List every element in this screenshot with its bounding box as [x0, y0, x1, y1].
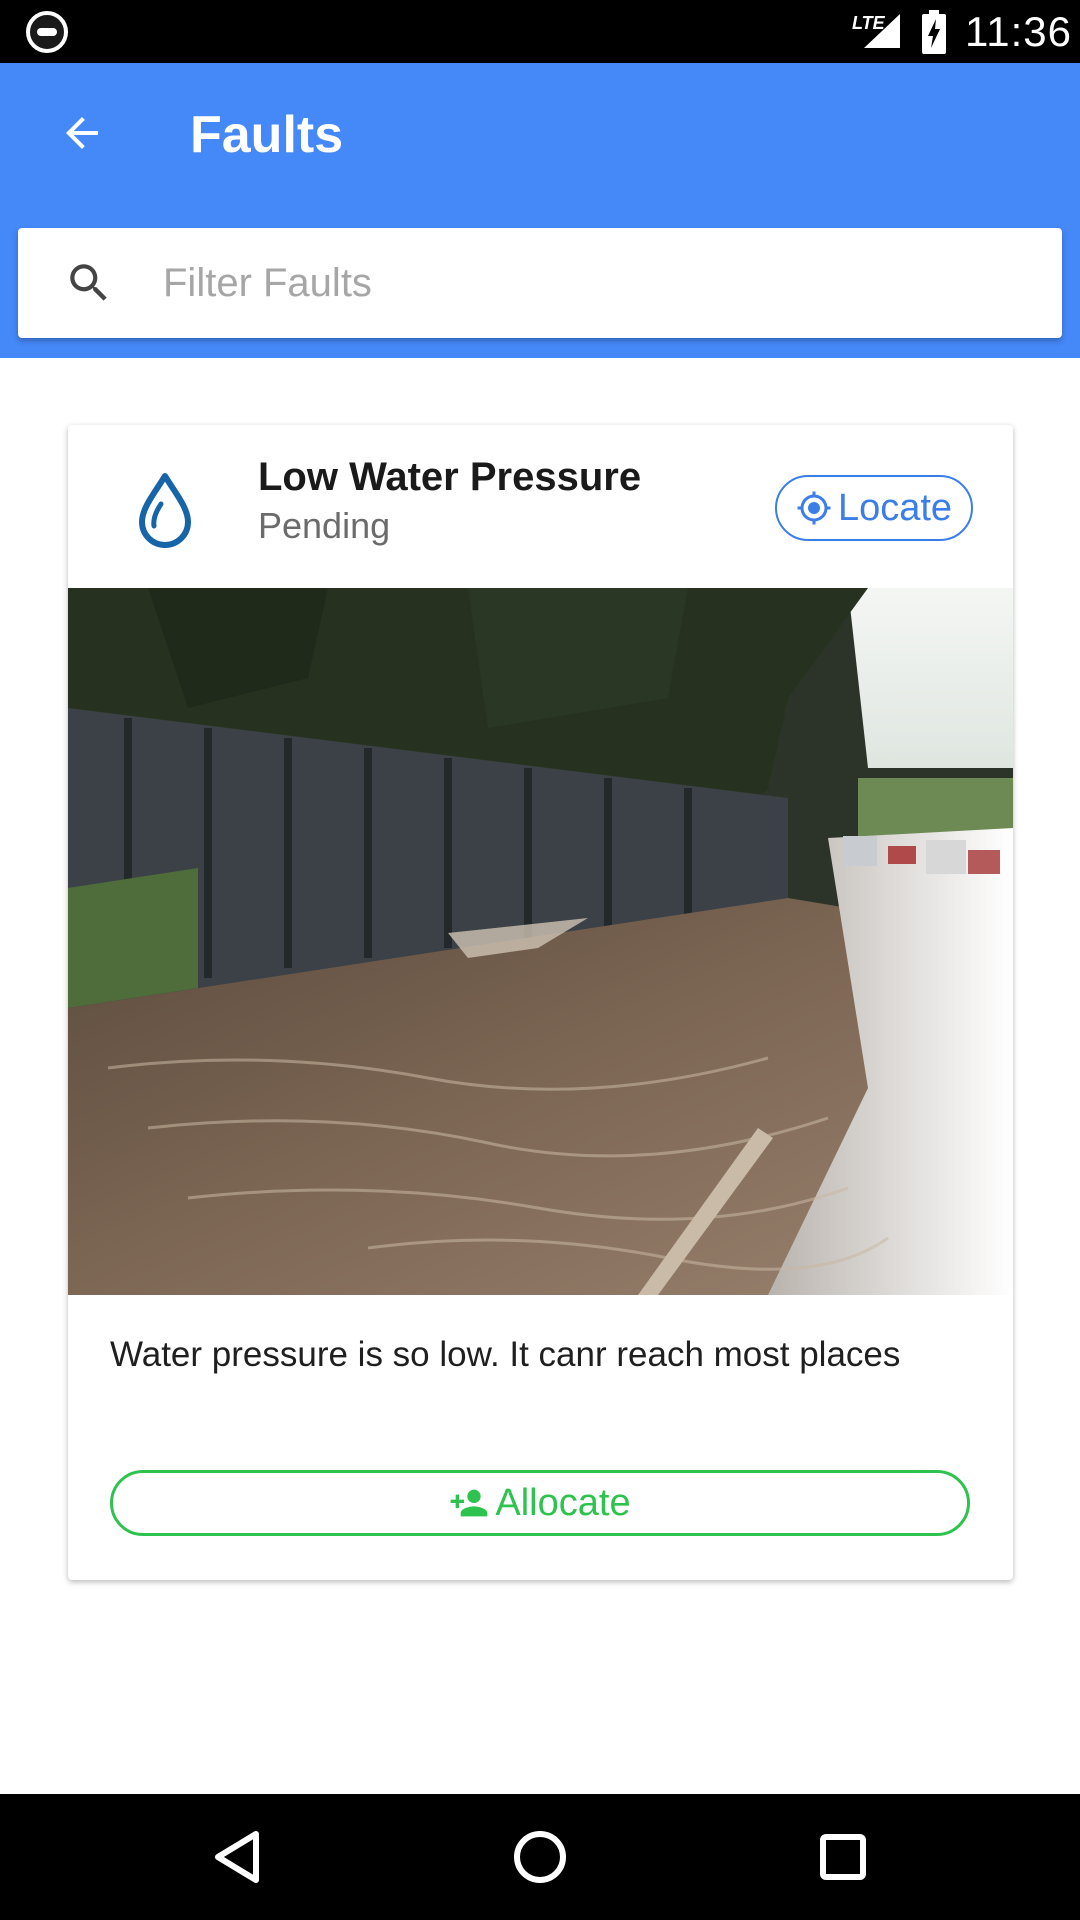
home-circle-icon [514, 1831, 566, 1883]
status-clock: 11:36 [965, 8, 1072, 55]
recents-square-icon [820, 1834, 866, 1880]
nav-home-button[interactable] [507, 1824, 573, 1890]
app-notification-icon [26, 11, 68, 53]
status-bar: LTE 11:36 [0, 0, 1080, 63]
fault-photo [68, 588, 1013, 1295]
add-person-icon [451, 1489, 488, 1517]
back-button[interactable] [52, 103, 112, 163]
search-box[interactable] [18, 228, 1062, 338]
allocate-button[interactable]: Allocate [110, 1470, 970, 1536]
back-triangle-icon [215, 1831, 259, 1883]
cell-signal-icon [864, 14, 900, 48]
water-drop-icon [139, 473, 191, 548]
fault-title: Low Water Pressure [258, 455, 642, 499]
fault-status: Pending [258, 505, 391, 546]
nav-back-button[interactable] [204, 1824, 270, 1890]
fault-description: Water pressure is so low. It canr reach … [110, 1335, 901, 1374]
search-icon [70, 264, 107, 301]
battery-charging-icon [922, 10, 946, 54]
arrow-back-icon [66, 117, 98, 149]
allocate-label: Allocate [495, 1481, 631, 1524]
nav-recents-button[interactable] [810, 1824, 876, 1890]
locate-button[interactable]: Locate [775, 475, 973, 541]
gps-target-icon [797, 491, 831, 525]
fault-card[interactable]: Low Water Pressure Pending Locate Water … [68, 425, 1013, 1580]
system-nav-bar [0, 1794, 1080, 1920]
page-title: Faults [190, 106, 344, 164]
app-bar: Faults [0, 63, 1080, 358]
locate-label: Locate [837, 486, 953, 529]
search-input[interactable] [163, 248, 1023, 318]
